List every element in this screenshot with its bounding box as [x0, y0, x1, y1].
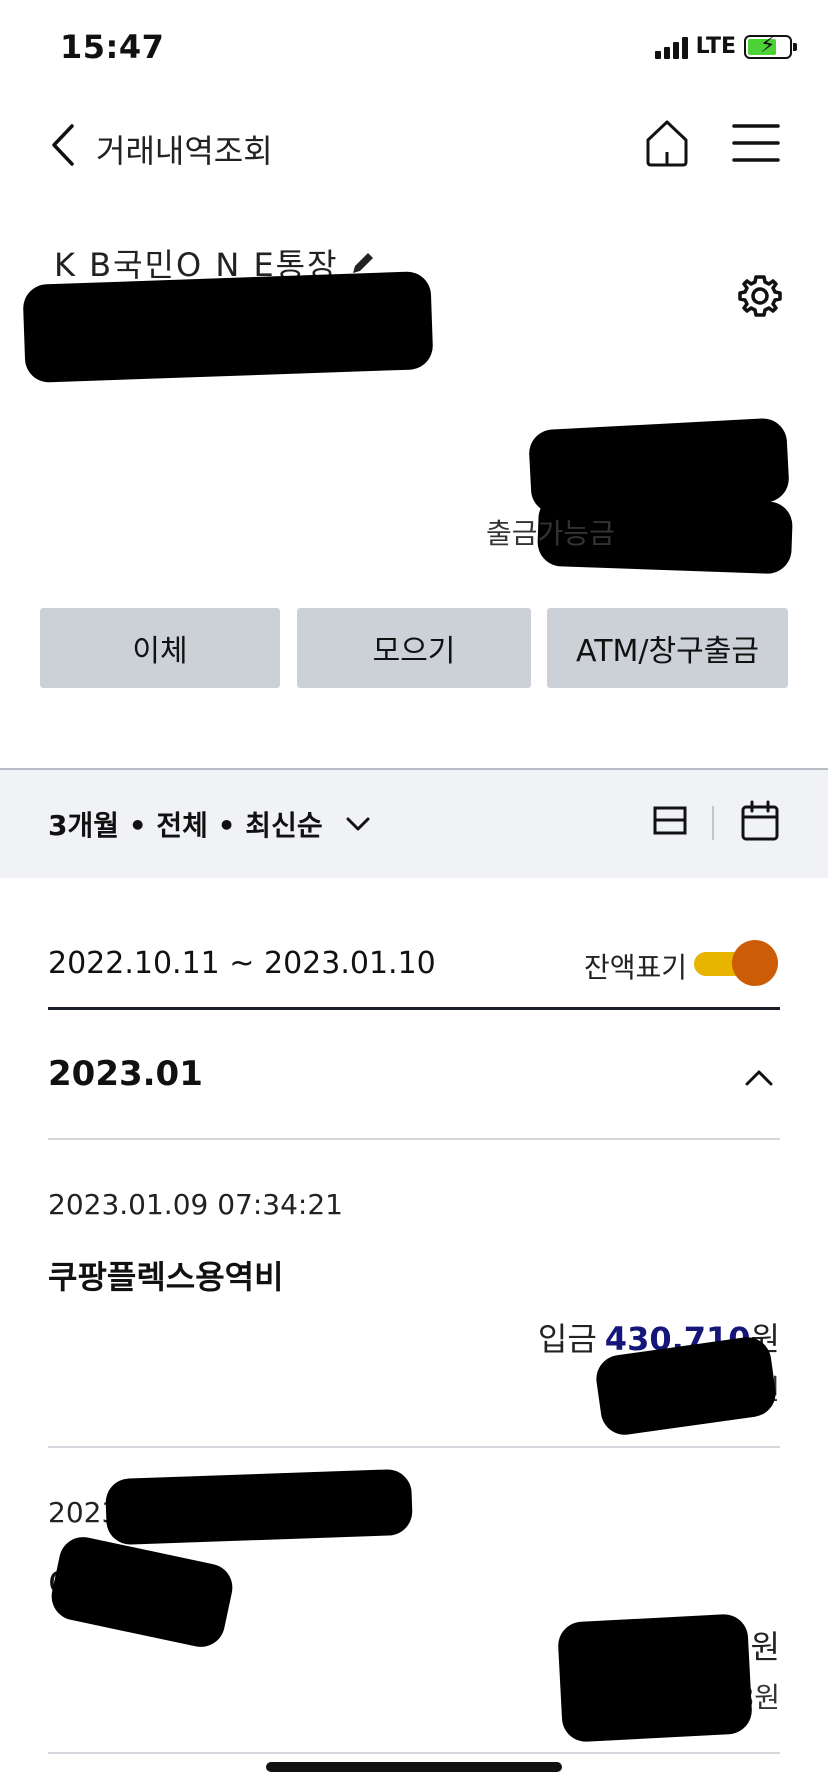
home-indicator[interactable] [266, 1762, 562, 1772]
chevron-down-icon [346, 817, 370, 831]
month-header[interactable]: 2023.01 [48, 1012, 780, 1140]
withdrawable-label: 출금가능금 [486, 517, 615, 550]
status-time: 15:47 [60, 28, 165, 66]
calendar-icon[interactable] [740, 800, 780, 842]
list-view-icon[interactable] [652, 802, 688, 840]
balance-toggle[interactable] [694, 940, 778, 986]
filter-dropdown[interactable]: 3개월 • 전체 • 최신순 [48, 804, 371, 844]
filter-label: 3개월 • 전체 • 최신순 [48, 809, 323, 842]
atm-withdrawal-button[interactable]: ATM/창구출금 [547, 608, 788, 688]
page-title: 거래내역조회 [96, 132, 273, 170]
signal-icon [654, 35, 688, 59]
transaction-type: 입금 [537, 1320, 597, 1358]
action-buttons: 이체 모으기 ATM/창구출금 [40, 608, 788, 688]
home-icon[interactable] [644, 118, 690, 168]
transfer-button[interactable]: 이체 [40, 608, 280, 688]
date-range-row: 2022.10.11 ~ 2023.01.10 잔액표기 [48, 920, 780, 1010]
filter-bar: 3개월 • 전체 • 최신순 [0, 768, 828, 878]
menu-icon[interactable] [732, 122, 780, 164]
transaction-currency: 원 [750, 1628, 780, 1666]
transaction-description: 쿠팡플렉스용역비 [48, 1258, 284, 1296]
nav-bar: 거래내역조회 [0, 100, 828, 190]
network-label: LTE [695, 34, 736, 59]
transaction-item[interactable]: 2023.01.09 07:34:21 쿠팡플렉스용역비 입금 430,710원 … [48, 1142, 780, 1448]
date-range: 2022.10.11 ~ 2023.01.10 [48, 946, 436, 981]
month-label: 2023.01 [48, 1054, 203, 1094]
balance-toggle-label: 잔액표기 [584, 951, 688, 984]
gear-icon[interactable] [736, 272, 784, 320]
toggle-knob [732, 940, 778, 986]
battery-icon: ⚡ [744, 33, 797, 59]
chevron-up-icon[interactable] [744, 1068, 774, 1088]
redaction-amount-2 [556, 1613, 754, 1743]
collect-button[interactable]: 모으기 [297, 608, 531, 688]
toolbar-divider [712, 806, 714, 840]
redaction-time-2 [104, 1468, 414, 1546]
status-indicators: LTE ⚡ [654, 33, 797, 59]
redaction-account-number [22, 270, 434, 384]
redaction-desc-2 [47, 1532, 237, 1652]
transaction-time: 2023.01.09 07:34:21 [48, 1188, 343, 1221]
status-bar: 15:47 LTE ⚡ [0, 0, 828, 100]
back-icon[interactable] [44, 120, 84, 170]
transaction-item[interactable]: 2023.01.0 이 원 잔68원 [47, 1450, 780, 1754]
